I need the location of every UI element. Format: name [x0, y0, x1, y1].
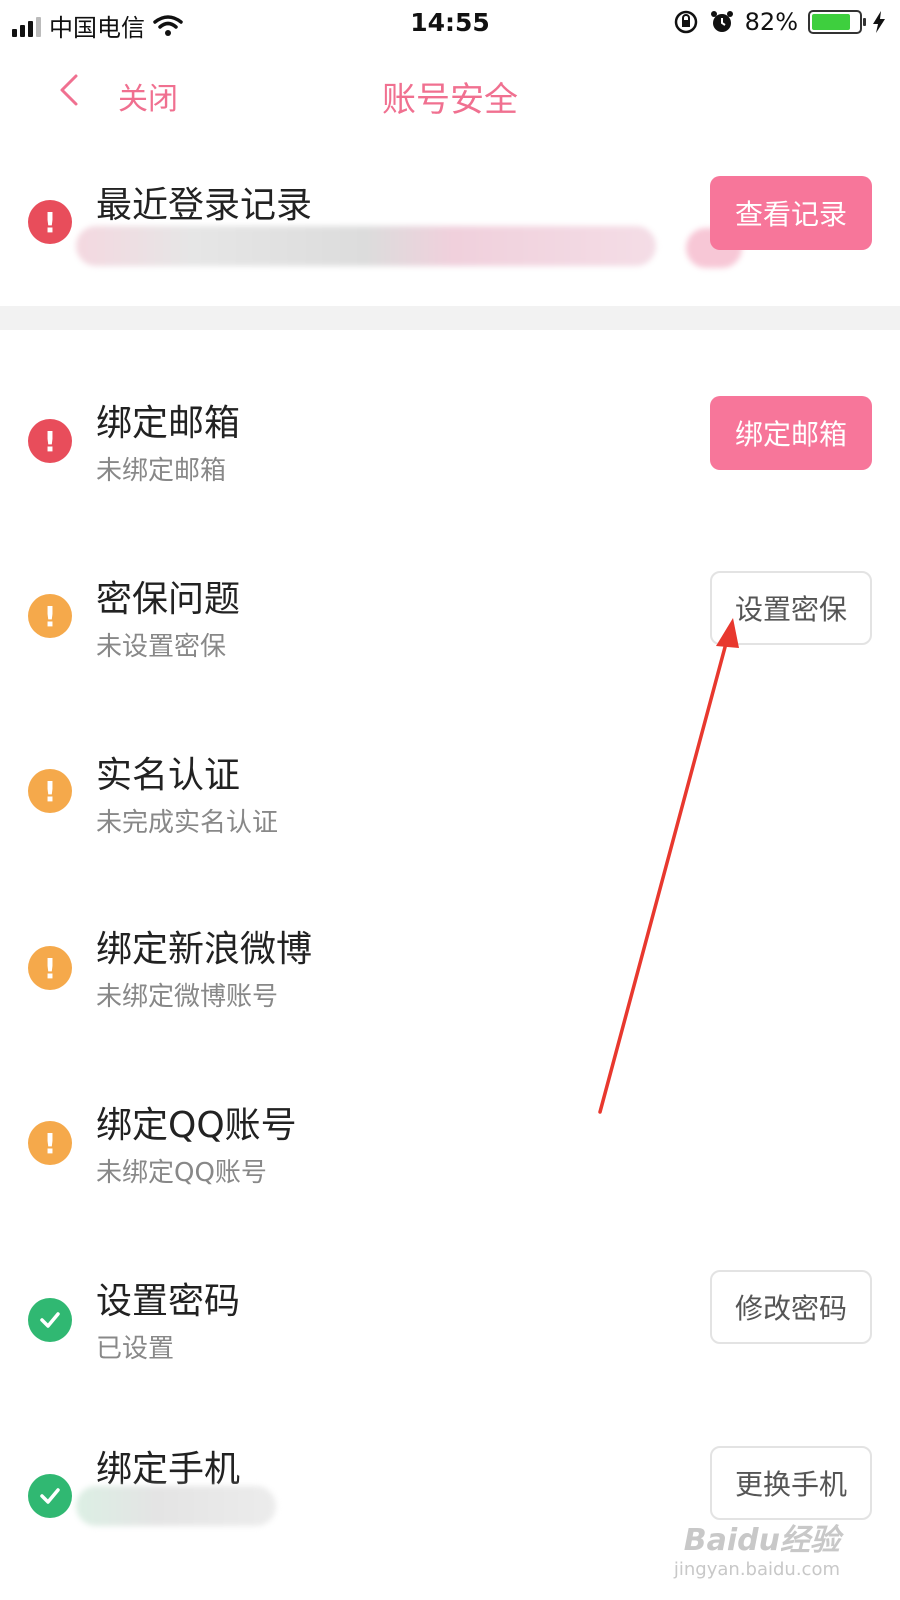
status-right: 82%	[673, 8, 886, 36]
watermark: Baidu经验 jingyan.baidu.com	[674, 1515, 840, 1580]
row-title: 绑定新浪微博	[96, 929, 313, 970]
rotation-lock-icon	[674, 10, 697, 34]
charging-icon	[873, 11, 885, 33]
row-title: 设置密码	[96, 1281, 241, 1322]
list-item-security-question: ! 密保问题 未设置密保 设置密保	[0, 556, 900, 686]
battery-icon	[808, 10, 866, 34]
redacted-phone-number	[76, 1486, 276, 1526]
change-password-button[interactable]: 修改密码	[710, 1270, 872, 1344]
battery-fill	[812, 14, 850, 30]
section-divider	[0, 306, 900, 330]
list-item-email: ! 绑定邮箱 未绑定邮箱 绑定邮箱	[0, 380, 900, 510]
row-title: 绑定QQ账号	[96, 1105, 297, 1146]
page-title: 账号安全	[382, 80, 518, 120]
row-subtitle: 已设置	[96, 1334, 175, 1364]
change-phone-button[interactable]: 更换手机	[710, 1446, 872, 1520]
watermark-url: jingyan.baidu.com	[673, 1559, 840, 1580]
warning-icon: !	[28, 594, 72, 638]
warning-icon: !	[28, 1121, 72, 1165]
row-subtitle: 未设置密保	[96, 632, 227, 662]
alarm-icon	[710, 11, 733, 32]
view-records-button[interactable]: 查看记录	[710, 176, 872, 250]
row-title: 最近登录记录	[96, 185, 313, 226]
check-icon	[28, 1298, 72, 1342]
row-title: 密保问题	[96, 579, 241, 620]
row-subtitle: 未完成实名认证	[96, 808, 279, 838]
list-item-real-name: ! 实名认证 未完成实名认证	[0, 732, 900, 862]
warning-icon: !	[28, 200, 72, 244]
check-icon	[28, 1474, 72, 1518]
row-subtitle: 未绑定邮箱	[96, 456, 227, 486]
list-item-recent-login: ! 最近登录记录 查看记录	[0, 160, 900, 300]
row-subtitle: 未绑定微博账号	[96, 982, 279, 1012]
warning-icon: !	[28, 946, 72, 990]
nav-bar: 关闭 账号安全	[0, 46, 900, 138]
warning-icon: !	[28, 769, 72, 813]
bind-email-button[interactable]: 绑定邮箱	[710, 396, 872, 470]
battery-percent: 82%	[744, 8, 798, 36]
list-item-password: 设置密码 已设置 修改密码	[0, 1260, 900, 1390]
warning-icon: !	[28, 419, 72, 463]
row-title: 绑定手机	[96, 1449, 241, 1490]
set-security-question-button[interactable]: 设置密保	[710, 571, 872, 645]
row-subtitle: 未绑定QQ账号	[96, 1158, 267, 1188]
redacted-login-info	[76, 226, 656, 266]
row-title: 实名认证	[96, 755, 241, 796]
list-item-qq: ! 绑定QQ账号 未绑定QQ账号	[0, 1084, 900, 1214]
row-title: 绑定邮箱	[96, 403, 241, 444]
list-item-weibo: ! 绑定新浪微博 未绑定微博账号	[0, 908, 900, 1038]
watermark-logo: Baidu经验	[683, 1523, 840, 1558]
status-bar: 中国电信 14:55 82%	[0, 0, 900, 46]
